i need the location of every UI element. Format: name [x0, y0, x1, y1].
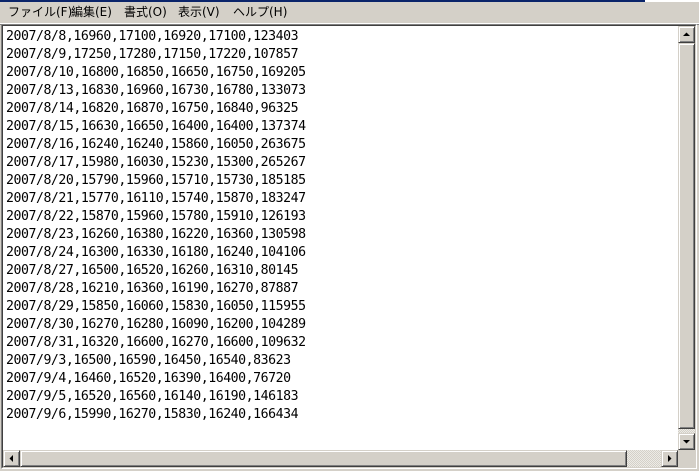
- text-line: 2007/8/15,16630,16650,16400,16400,137374: [6, 119, 306, 134]
- scroll-up-button[interactable]: [678, 26, 695, 43]
- scroll-down-button[interactable]: [678, 433, 695, 450]
- text-line: 2007/8/21,15770,16110,15740,15870,183247: [6, 191, 306, 206]
- scroll-right-button[interactable]: [661, 450, 678, 467]
- text-line: 2007/8/16,16240,16240,15860,16050,263675: [6, 137, 306, 152]
- text-line: 2007/8/10,16800,16850,16650,16750,169205: [6, 65, 306, 80]
- text-editor-client: 2007/8/8,16960,17100,16920,17100,123403 2…: [2, 25, 696, 468]
- menu-format[interactable]: 書式(O): [124, 5, 167, 20]
- text-area[interactable]: 2007/8/8,16960,17100,16920,17100,123403 2…: [6, 28, 676, 448]
- horizontal-scrollbar[interactable]: [3, 450, 678, 467]
- text-line: 2007/8/29,15850,16060,15830,16050,115955: [6, 299, 306, 314]
- text-line: 2007/8/24,16300,16330,16180,16240,104106: [6, 245, 306, 260]
- arrow-up-icon: [683, 32, 690, 36]
- menu-help[interactable]: ヘルプ(H): [233, 5, 287, 20]
- menu-bar: ファイル(F) 編集(E) 書式(O) 表示(V) ヘルプ(H): [0, 2, 699, 24]
- menu-edit[interactable]: 編集(E): [71, 5, 112, 20]
- arrow-down-icon: [683, 440, 690, 444]
- menu-file[interactable]: ファイル(F): [8, 5, 72, 20]
- text-line: 2007/8/27,16500,16520,16260,16310,80145: [6, 263, 299, 278]
- text-line: 2007/8/8,16960,17100,16920,17100,123403: [6, 29, 299, 44]
- notepad-window: ファイル(F) 編集(E) 書式(O) 表示(V) ヘルプ(H) 2007/8/…: [0, 0, 699, 471]
- text-line: 2007/8/17,15980,16030,15230,15300,265267: [6, 155, 306, 170]
- text-line: 2007/8/23,16260,16380,16220,16360,130598: [6, 227, 306, 242]
- text-line: 2007/9/4,16460,16520,16390,16400,76720: [6, 371, 291, 386]
- text-line: 2007/9/5,16520,16560,16140,16190,146183: [6, 389, 299, 404]
- text-line: 2007/8/14,16820,16870,16750,16840,96325: [6, 101, 299, 116]
- text-line: 2007/8/9,17250,17280,17150,17220,107857: [6, 47, 299, 62]
- text-line: 2007/8/22,15870,15960,15780,15910,126193: [6, 209, 306, 224]
- text-editor: 2007/8/8,16960,17100,16920,17100,123403 2…: [1, 24, 697, 469]
- text-line: 2007/9/3,16500,16590,16450,16540,83623: [6, 353, 291, 368]
- arrow-right-icon: [668, 455, 672, 462]
- text-line: 2007/8/28,16210,16360,16190,16270,87887: [6, 281, 299, 296]
- vertical-scrollbar[interactable]: [678, 26, 695, 450]
- vertical-scroll-thumb[interactable]: [678, 43, 695, 429]
- text-line: 2007/9/6,15990,16270,15830,16240,166434: [6, 407, 299, 422]
- arrow-left-icon: [9, 455, 13, 462]
- text-line: 2007/8/31,16320,16600,16270,16600,109632: [6, 335, 306, 350]
- horizontal-scroll-thumb[interactable]: [20, 450, 627, 467]
- text-line: 2007/8/30,16270,16280,16090,16200,104289: [6, 317, 306, 332]
- menu-view[interactable]: 表示(V): [178, 5, 220, 20]
- scroll-left-button[interactable]: [3, 450, 20, 467]
- text-line: 2007/8/13,16830,16960,16730,16780,133073: [6, 83, 306, 98]
- text-line: 2007/8/20,15790,15960,15710,15730,185185: [6, 173, 306, 188]
- size-grip: [678, 450, 695, 467]
